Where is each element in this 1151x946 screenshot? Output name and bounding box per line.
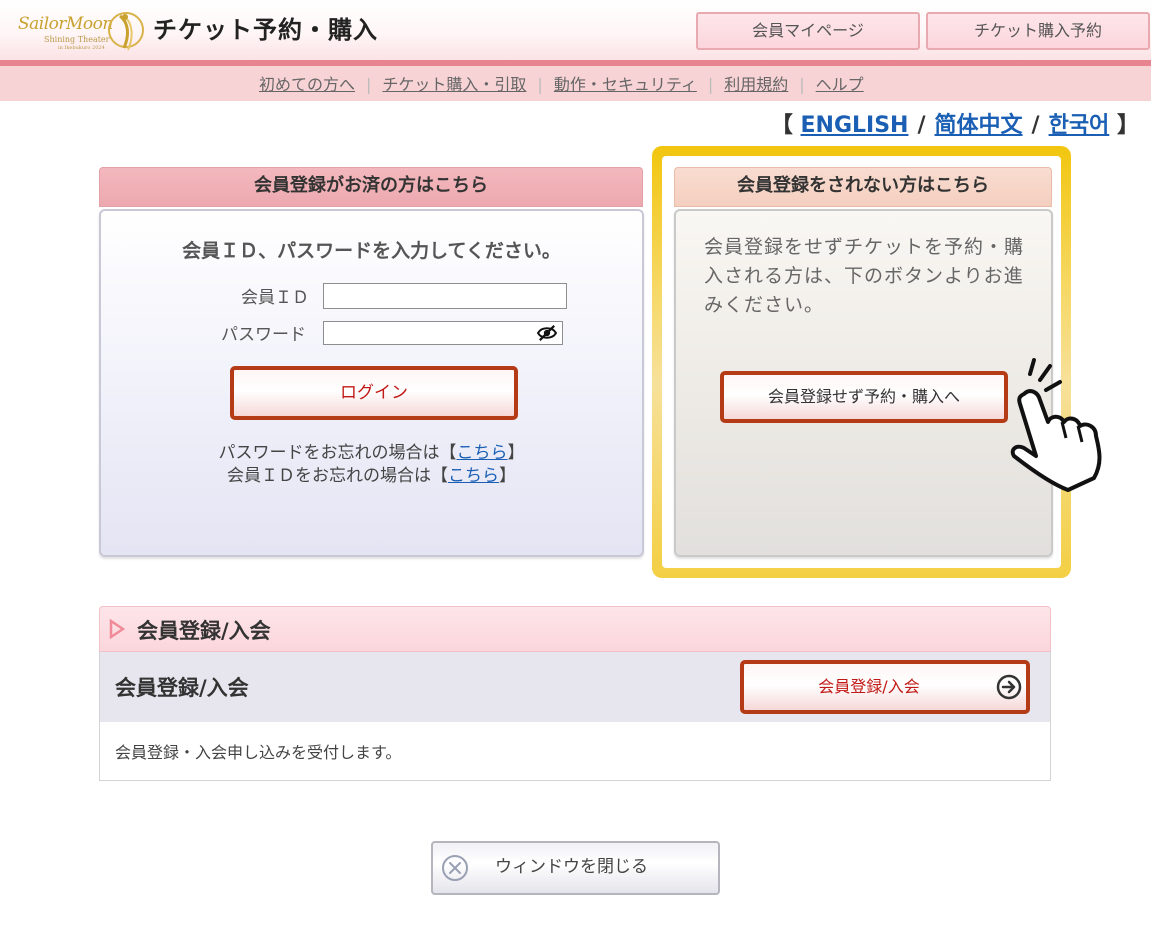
nav-link-help[interactable]: ヘルプ [816, 75, 864, 94]
triangle-arrow-icon [109, 619, 125, 639]
login-button[interactable]: ログイン [230, 366, 518, 420]
site-header: SailorMoon Shining Theater in Ikebukuro … [0, 0, 1151, 60]
nav-link-ticket-purchase[interactable]: チケット購入・引取 [382, 75, 526, 94]
pointing-hand-icon [1010, 358, 1102, 492]
close-circle-icon [442, 855, 468, 881]
login-instruction: 会員ＩＤ、パスワードを入力してください。 [182, 240, 561, 262]
close-window-label: ウィンドウを閉じる [495, 857, 648, 877]
register-row: 会員登録/入会 会員登録/入会 [99, 652, 1051, 722]
guest-description: 会員登録をせずチケットを予約・購入される方は、下のボタンよりお進みください。 [704, 236, 1025, 316]
guest-panel: 会員登録をせずチケットを予約・購入される方は、下のボタンよりお進みください。 会… [674, 209, 1053, 557]
password-label: パスワード [221, 325, 306, 345]
guest-panel-header: 会員登録をされない方はこちら [674, 167, 1052, 207]
forgot-id-link[interactable]: こちら [448, 466, 499, 486]
logo-small-text: in Ikebukuro 2024 [58, 45, 105, 51]
sub-navigation: 初めての方へ | チケット購入・引取 | 動作・セキュリティ | 利用規約 | ヘルプ [0, 66, 1151, 101]
language-switcher: 【 ENGLISH / 简体中文 / 한국어 】 [770, 113, 1139, 138]
member-mypage-button[interactable]: 会員マイページ [696, 12, 920, 50]
register-description: 会員登録・入会申し込みを受付します。 [115, 743, 402, 762]
member-panel-header: 会員登録がお済の方はこちら [99, 167, 643, 207]
forgot-password-link[interactable]: こちら [457, 443, 508, 463]
register-row-title: 会員登録/入会 [115, 676, 249, 700]
site-logo[interactable]: SailorMoon Shining Theater in Ikebukuro … [14, 8, 146, 54]
register-button-label: 会員登録/入会 [818, 677, 920, 696]
nav-link-terms[interactable]: 利用規約 [724, 75, 788, 94]
page-title: チケット予約・購入 [153, 16, 378, 44]
register-description-box: 会員登録・入会申し込みを受付します。 [99, 722, 1051, 781]
nav-link-security[interactable]: 動作・セキュリティ [554, 75, 697, 94]
forgot-id-line: 会員ＩＤをお忘れの場合は【こちら】 [227, 466, 516, 486]
register-button[interactable]: 会員登録/入会 [740, 660, 1030, 714]
logo-figure-icon [108, 12, 144, 51]
nav-link-first-time[interactable]: 初めての方へ [259, 75, 355, 94]
logo-subtext: Shining Theater [44, 35, 110, 44]
guest-reserve-button[interactable]: 会員登録せず予約・購入へ [720, 371, 1008, 423]
register-section-title: 会員登録/入会 [137, 619, 271, 643]
circle-arrow-right-icon [996, 674, 1022, 700]
lang-korean-link[interactable]: 한국어 [1049, 113, 1110, 138]
member-login-panel: 会員ＩＤ、パスワードを入力してください。 会員ＩＤ パスワード ログイン パスワ… [99, 209, 644, 557]
forgot-password-line: パスワードをお忘れの場合は【こちら】 [218, 443, 525, 463]
eye-off-icon[interactable] [536, 324, 558, 342]
close-window-button[interactable]: ウィンドウを閉じる [431, 841, 720, 895]
logo-wordmark: SailorMoon [18, 14, 113, 34]
member-id-input[interactable] [323, 283, 567, 309]
register-section-header: 会員登録/入会 [99, 606, 1051, 652]
ticket-reservation-button[interactable]: チケット購入予約 [926, 12, 1150, 50]
lang-chinese-link[interactable]: 简体中文 [935, 113, 1023, 138]
lang-english-link[interactable]: ENGLISH [801, 113, 909, 138]
member-id-label: 会員ＩＤ [241, 288, 309, 308]
password-field[interactable] [323, 321, 563, 345]
